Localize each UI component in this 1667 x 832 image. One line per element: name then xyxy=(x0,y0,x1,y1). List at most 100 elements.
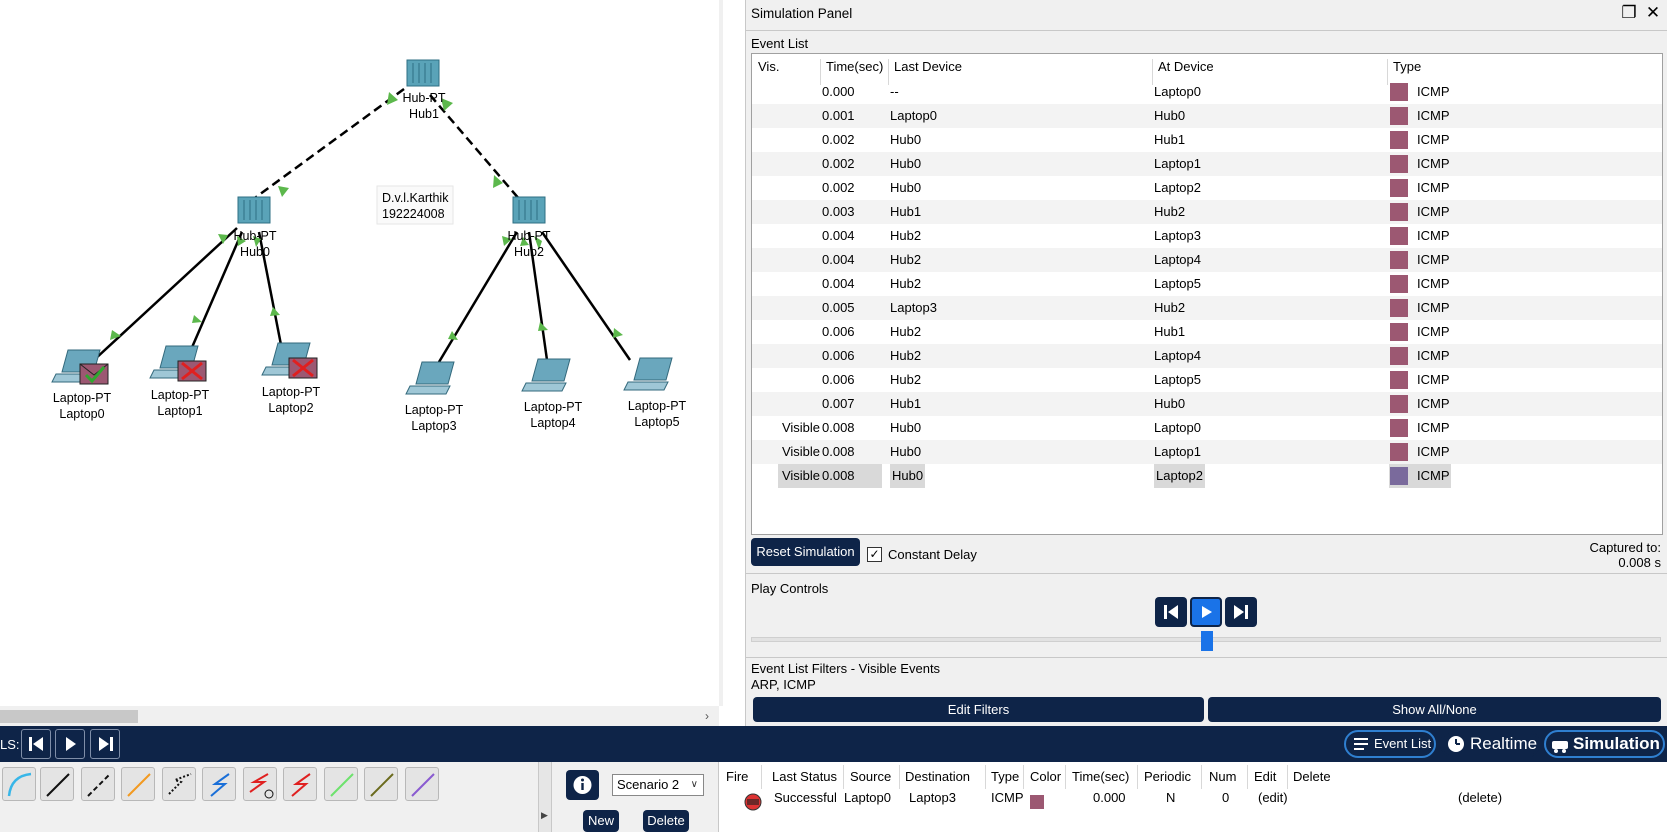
step-forward-button[interactable] xyxy=(1225,597,1257,627)
link-hub2-laptop3[interactable] xyxy=(437,231,519,363)
event-type-cell[interactable]: ICMP xyxy=(1389,440,1451,464)
col-last-device[interactable]: Last Device xyxy=(894,59,962,74)
event-color-swatch[interactable] xyxy=(1390,467,1408,485)
col-type[interactable]: Type xyxy=(1393,59,1421,74)
pdu-success-envelope-icon[interactable] xyxy=(79,363,109,385)
event-type-cell[interactable]: ICMP xyxy=(1389,296,1451,320)
event-color-swatch[interactable] xyxy=(1390,371,1408,389)
event-color-swatch[interactable] xyxy=(1390,347,1408,365)
event-type-cell[interactable]: ICMP xyxy=(1389,344,1451,368)
crossover-cable-tool[interactable] xyxy=(81,767,115,801)
scroll-up-icon[interactable]: ˄ xyxy=(722,2,723,18)
event-color-swatch[interactable] xyxy=(1390,179,1408,197)
col-time[interactable]: Time(sec) xyxy=(1072,769,1129,784)
checkmark-icon[interactable]: ✓ xyxy=(867,547,882,562)
text-note[interactable]: D.v.l.Karthik 192224008 xyxy=(376,185,454,225)
laptop-icon[interactable] xyxy=(405,361,455,395)
col-num[interactable]: Num xyxy=(1209,769,1236,784)
event-row[interactable]: 0.006 Hub2 Laptop5 ICMP xyxy=(752,368,1662,392)
delete-scenario-button[interactable]: Delete xyxy=(643,810,689,832)
event-type-cell[interactable]: ICMP xyxy=(1389,224,1451,248)
new-scenario-button[interactable]: New xyxy=(583,810,619,832)
link-hub1-hub2[interactable] xyxy=(429,94,521,201)
col-at-device[interactable]: At Device xyxy=(1158,59,1214,74)
step-forward-button[interactable] xyxy=(90,729,120,759)
link-hub2-laptop5[interactable] xyxy=(540,231,632,361)
event-type-cell[interactable]: ICMP xyxy=(1389,80,1451,104)
play-button[interactable] xyxy=(55,729,85,759)
workspace-horizontal-scrollbar[interactable]: › xyxy=(0,706,719,726)
close-icon[interactable]: ✕ xyxy=(1643,3,1663,23)
step-back-button[interactable] xyxy=(1155,597,1187,627)
col-last-status[interactable]: Last Status xyxy=(772,769,837,784)
event-type-cell[interactable]: ICMP xyxy=(1389,152,1451,176)
event-row[interactable]: Visible 0.008 Hub0 Laptop1 ICMP xyxy=(752,440,1662,464)
event-color-swatch[interactable] xyxy=(1390,227,1408,245)
event-color-swatch[interactable] xyxy=(1390,107,1408,125)
scrollbar-thumb[interactable] xyxy=(0,710,138,723)
event-type-cell[interactable]: ICMP xyxy=(1389,368,1451,392)
event-color-swatch[interactable] xyxy=(1390,443,1408,461)
serial-dce-tool[interactable] xyxy=(243,767,277,801)
col-edit[interactable]: Edit xyxy=(1254,769,1276,784)
col-vis[interactable]: Vis. xyxy=(758,59,779,74)
event-color-swatch[interactable] xyxy=(1390,299,1408,317)
event-color-swatch[interactable] xyxy=(1390,323,1408,341)
event-row[interactable]: 0.004 Hub2 Laptop5 ICMP xyxy=(752,272,1662,296)
event-type-cell[interactable]: ICMP xyxy=(1389,128,1451,152)
event-row[interactable]: Visible 0.008 Hub0 Laptop2 ICMP xyxy=(752,464,1662,488)
fire-pdu-icon[interactable] xyxy=(743,792,763,812)
event-color-swatch[interactable] xyxy=(1390,395,1408,413)
event-color-swatch[interactable] xyxy=(1390,155,1408,173)
logical-workspace[interactable]: Hub-PT Hub1 Hub-PT Hub0 Hub-PT Hub2 Lapt… xyxy=(0,0,723,726)
slider-thumb[interactable] xyxy=(1201,631,1213,651)
link-hub1-hub0[interactable] xyxy=(251,87,405,202)
event-row[interactable]: 0.004 Hub2 Laptop4 ICMP xyxy=(752,248,1662,272)
realtime-mode-tab[interactable]: Realtime xyxy=(1440,730,1540,758)
scroll-down-icon[interactable]: ˅ xyxy=(722,686,723,702)
phone-cable-tool[interactable] xyxy=(162,767,196,801)
event-type-cell[interactable]: ICMP xyxy=(1389,104,1451,128)
workspace-vertical-scrollbar[interactable]: ˄ ˅ xyxy=(719,0,723,706)
console-cable-tool[interactable] xyxy=(40,767,74,801)
laptop-icon[interactable] xyxy=(521,358,571,392)
reset-simulation-button[interactable]: Reset Simulation xyxy=(751,538,860,566)
event-color-swatch[interactable] xyxy=(1390,83,1408,101)
event-color-swatch[interactable] xyxy=(1390,203,1408,221)
hub-icon[interactable] xyxy=(237,196,271,224)
usb-cable-tool[interactable] xyxy=(405,767,439,801)
pdu-list-table[interactable]: Fire Last Status Source Destination Type… xyxy=(718,762,1667,832)
event-type-cell[interactable]: ICMP xyxy=(1389,200,1451,224)
laptop-icon[interactable] xyxy=(623,357,673,391)
event-row[interactable]: 0.003 Hub1 Hub2 ICMP xyxy=(752,200,1662,224)
event-type-cell[interactable]: ICMP xyxy=(1389,392,1451,416)
event-type-cell[interactable]: ICMP xyxy=(1389,248,1451,272)
event-type-cell[interactable]: ICMP xyxy=(1389,320,1451,344)
col-color[interactable]: Color xyxy=(1030,769,1061,784)
step-back-button[interactable] xyxy=(21,729,51,759)
event-row[interactable]: Visible 0.008 Hub0 Laptop0 ICMP xyxy=(752,416,1662,440)
play-button[interactable] xyxy=(1190,597,1222,627)
pdu-edit-link[interactable]: (edit) xyxy=(1258,790,1288,805)
event-row[interactable]: 0.007 Hub1 Hub0 ICMP xyxy=(752,392,1662,416)
iot-custom-cable-tool[interactable] xyxy=(364,767,398,801)
pdu-delete-link[interactable]: (delete) xyxy=(1458,790,1502,805)
hub-icon[interactable] xyxy=(406,59,440,87)
event-row[interactable]: 0.006 Hub2 Hub1 ICMP xyxy=(752,320,1662,344)
event-color-swatch[interactable] xyxy=(1390,131,1408,149)
hub-icon[interactable] xyxy=(512,196,546,224)
info-button[interactable] xyxy=(566,770,599,800)
col-type[interactable]: Type xyxy=(991,769,1019,784)
col-time[interactable]: Time(sec) xyxy=(826,59,883,74)
col-periodic[interactable]: Periodic xyxy=(1144,769,1191,784)
coaxial-cable-tool[interactable] xyxy=(202,767,236,801)
event-color-swatch[interactable] xyxy=(1390,251,1408,269)
pdu-failed-envelope-icon[interactable] xyxy=(177,360,207,382)
col-delete[interactable]: Delete xyxy=(1293,769,1331,784)
event-row[interactable]: 0.002 Hub0 Laptop1 ICMP xyxy=(752,152,1662,176)
auto-connection-tool[interactable] xyxy=(2,767,36,801)
event-row[interactable]: 0.002 Hub0 Laptop2 ICMP xyxy=(752,176,1662,200)
col-source[interactable]: Source xyxy=(850,769,891,784)
serial-dte-tool[interactable] xyxy=(283,767,317,801)
event-list-toggle[interactable]: Event List xyxy=(1344,730,1436,758)
